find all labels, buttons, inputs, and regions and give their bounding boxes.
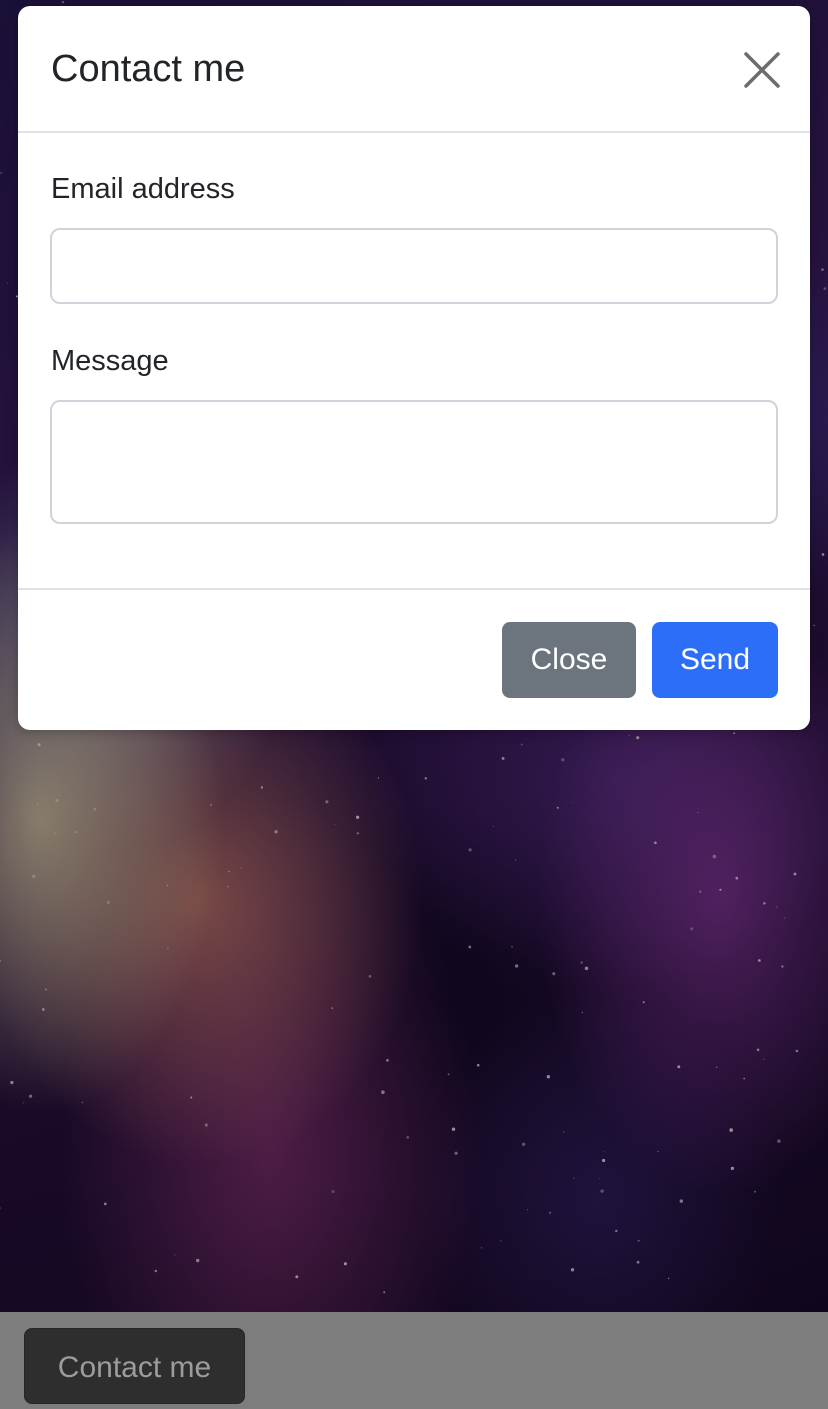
modal-title: Contact me [51,48,246,90]
modal-header: Contact me [18,6,810,133]
message-field[interactable] [50,400,778,524]
modal-footer: Close Send [18,588,810,732]
close-button[interactable]: Close [502,622,636,698]
message-label: Message [51,345,169,377]
send-button[interactable]: Send [652,622,778,698]
contact-me-button[interactable]: Contact me [24,1328,245,1404]
email-field[interactable] [50,228,778,304]
email-label: Email address [51,173,235,205]
bottom-bar: Contact me [0,1312,828,1409]
contact-modal: Contact me Email address Message Close S… [18,6,810,730]
close-x-icon[interactable] [738,46,786,94]
